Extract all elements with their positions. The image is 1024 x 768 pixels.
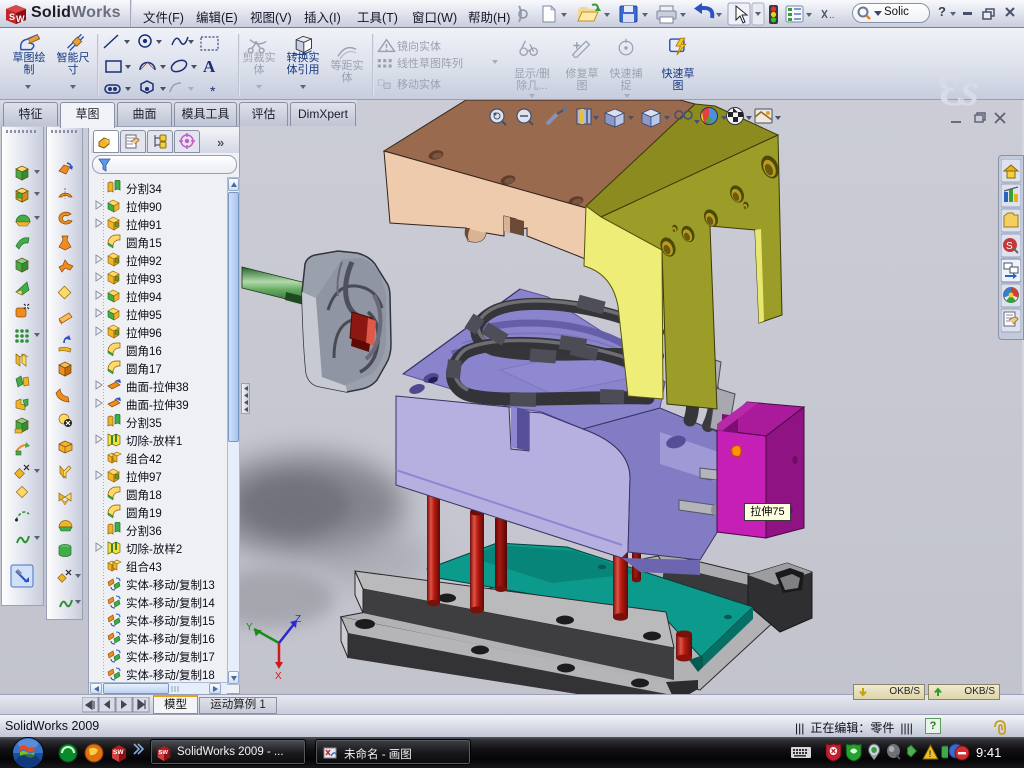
svg-text:..: .. <box>829 10 835 21</box>
svg-text:!: ! <box>929 749 932 759</box>
svg-text:W: W <box>16 14 25 24</box>
svg-text:Z: Z <box>295 614 301 625</box>
svg-text:A: A <box>203 57 216 76</box>
svg-text:SW: SW <box>159 750 169 756</box>
svg-text:*: * <box>210 83 216 99</box>
svg-text:X: X <box>275 671 282 682</box>
svg-text:S: S <box>1006 241 1013 252</box>
svg-text:Y: Y <box>246 622 253 633</box>
svg-text:S: S <box>9 12 15 22</box>
svg-text:SW: SW <box>113 749 124 756</box>
